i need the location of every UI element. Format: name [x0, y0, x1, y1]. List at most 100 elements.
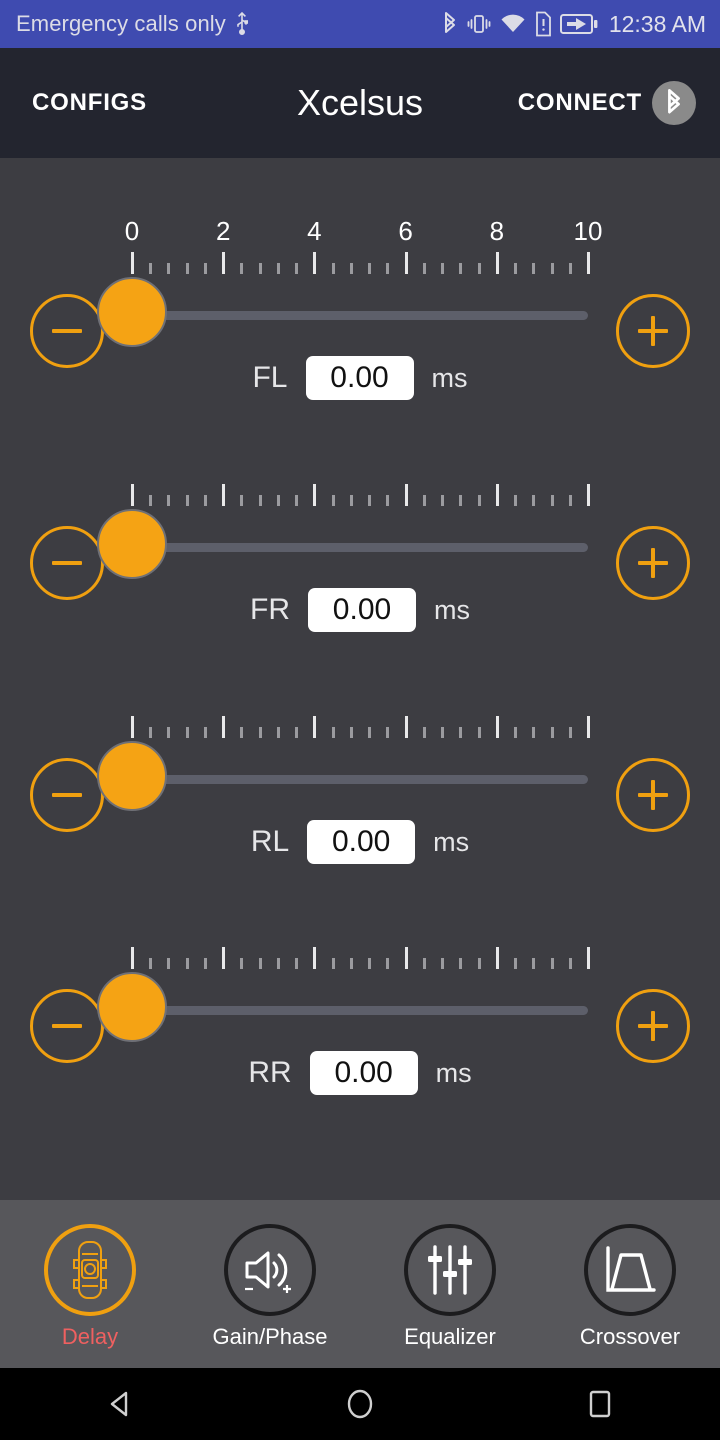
slider-rl[interactable] [0, 738, 720, 818]
ruler-tick-minor [277, 958, 280, 969]
slider-thumb[interactable] [97, 972, 167, 1042]
ruler-tick-minor [532, 263, 535, 274]
ruler-tick-minor [204, 495, 207, 506]
ruler-tick-minor [441, 958, 444, 969]
ruler-tick-minor [514, 727, 517, 738]
slider-thumb[interactable] [97, 277, 167, 347]
recents-icon[interactable] [540, 1368, 660, 1440]
car-top-view-icon [44, 1224, 136, 1316]
ruler-tick-major [222, 947, 225, 969]
ruler-tick-minor [459, 495, 462, 506]
app-root: Emergency calls only [0, 0, 720, 1440]
ruler-tick-minor [149, 263, 152, 274]
status-bar: Emergency calls only [0, 0, 720, 48]
ruler-tick-minor [551, 958, 554, 969]
ruler-tick-minor [167, 958, 170, 969]
slider-fl[interactable] [0, 274, 720, 354]
unit-label: ms [436, 1058, 472, 1089]
ruler-tick-minor [551, 263, 554, 274]
tab-crossover[interactable]: Crossover [540, 1200, 720, 1368]
slider-track[interactable] [132, 775, 588, 784]
back-icon[interactable] [60, 1368, 180, 1440]
status-time: 12:38 AM [609, 11, 706, 38]
slider-thumb[interactable] [97, 509, 167, 579]
minus-icon [52, 329, 82, 333]
ruler-tick-minor [569, 263, 572, 274]
ruler-tick-minor [204, 958, 207, 969]
slider-rr[interactable] [0, 969, 720, 1049]
ruler-tick-minor [459, 263, 462, 274]
ruler-tick-minor [240, 727, 243, 738]
ruler-tick-minor [259, 263, 262, 274]
readout-fr: FR0.00ms [0, 588, 720, 632]
ruler-tick-minor [423, 263, 426, 274]
ruler-tick-minor [186, 495, 189, 506]
tab-gainphase[interactable]: Gain/Phase [180, 1200, 360, 1368]
ruler-tick-minor [423, 495, 426, 506]
ruler-tick-major [313, 252, 316, 274]
ruler-tick-minor [186, 263, 189, 274]
ruler-tick-minor [478, 263, 481, 274]
tab-equalizer[interactable]: Equalizer [360, 1200, 540, 1368]
ruler-tick-major [405, 716, 408, 738]
ruler-tick-minor [259, 958, 262, 969]
ruler-ticks [0, 714, 720, 738]
minus-icon [52, 793, 82, 797]
channel-label: RR [248, 1056, 291, 1090]
ruler-label: 2 [216, 216, 230, 247]
unit-label: ms [434, 595, 470, 626]
ruler-tick-major [313, 947, 316, 969]
home-icon[interactable] [300, 1368, 420, 1440]
delay-value-input[interactable]: 0.00 [306, 356, 414, 400]
ruler-tick-major [587, 716, 590, 738]
ruler-tick-major [405, 252, 408, 274]
ruler-tick-major [222, 484, 225, 506]
ruler-tick-minor [259, 495, 262, 506]
ruler-tick-minor [514, 958, 517, 969]
ruler-tick-minor [441, 727, 444, 738]
ruler-tick-minor [386, 495, 389, 506]
ruler-tick-minor [149, 727, 152, 738]
vibrate-icon [466, 11, 492, 37]
slider-track[interactable] [132, 311, 588, 320]
ruler-tick-minor [186, 727, 189, 738]
ruler-tick-minor [478, 958, 481, 969]
ruler-tick-minor [478, 727, 481, 738]
ruler-tick-minor [167, 263, 170, 274]
slider-fr[interactable] [0, 506, 720, 586]
delay-value-input[interactable]: 0.00 [310, 1051, 418, 1095]
connect-label: CONNECT [518, 89, 642, 117]
minus-icon [52, 1024, 82, 1028]
channel-label: RL [251, 825, 289, 859]
ruler-tick-minor [332, 495, 335, 506]
speaker-volume-icon [224, 1224, 316, 1316]
ruler-tick-minor [386, 958, 389, 969]
ruler-tick-minor [350, 727, 353, 738]
slider-thumb[interactable] [97, 741, 167, 811]
ruler-ticks [0, 482, 720, 506]
ruler-tick-minor [478, 495, 481, 506]
slider-row-rl: RL0.00ms [0, 680, 720, 880]
ruler-tick-major [496, 947, 499, 969]
slider-track[interactable] [132, 543, 588, 552]
ruler-tick-minor [204, 263, 207, 274]
bluetooth-icon [441, 10, 459, 38]
ruler-label: 6 [398, 216, 412, 247]
ruler-ticks [0, 250, 720, 274]
ruler-tick-major [496, 716, 499, 738]
ruler-tick-minor [295, 958, 298, 969]
ruler-tick-minor [167, 495, 170, 506]
delay-value-input[interactable]: 0.00 [307, 820, 415, 864]
connect-button[interactable]: CONNECT [518, 81, 696, 125]
delay-value-input[interactable]: 0.00 [308, 588, 416, 632]
usb-icon [234, 9, 250, 40]
ruler-tick-minor [332, 263, 335, 274]
slider-row-fl: 0246810FL0.00ms [0, 216, 720, 416]
delay-sliders-panel: 0246810FL0.00msFR0.00msRL0.00msRR0.00ms [0, 158, 720, 1200]
tab-delay[interactable]: Delay [0, 1200, 180, 1368]
ruler-tick-minor [423, 727, 426, 738]
ruler-label: 10 [574, 216, 603, 247]
slider-track[interactable] [132, 1006, 588, 1015]
tab-label: Gain/Phase [213, 1324, 328, 1350]
crossover-trapezoid-icon [584, 1224, 676, 1316]
